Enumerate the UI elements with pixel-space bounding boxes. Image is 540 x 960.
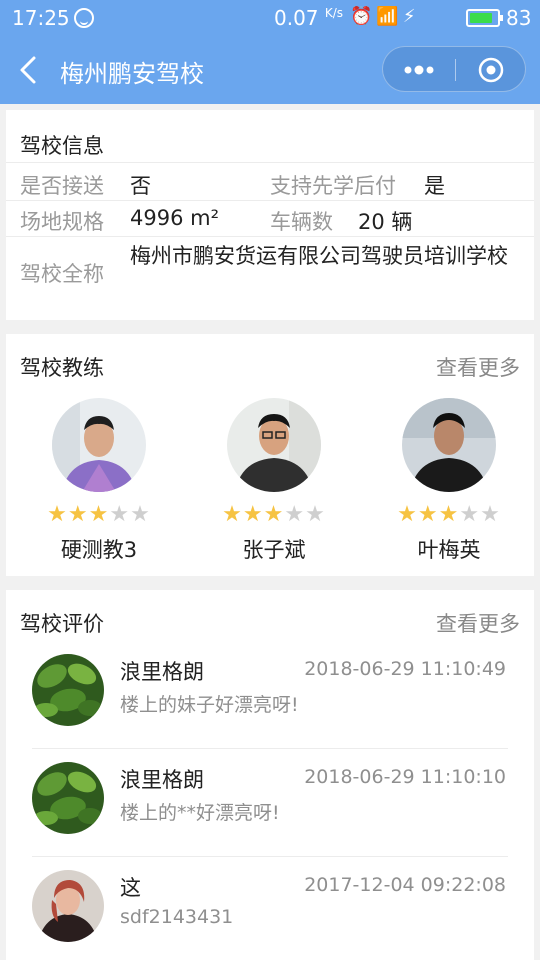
star-filled-icon: ★ xyxy=(67,502,89,527)
nav-bar: 梅州鹏安驾校 xyxy=(0,36,540,104)
divider xyxy=(32,748,508,749)
area-label: 场地规格 xyxy=(20,210,104,234)
wifi-icon: 📶 xyxy=(376,6,403,27)
star-filled-icon: ★ xyxy=(88,502,110,527)
review-text: sdf2143431 xyxy=(120,906,234,928)
back-button[interactable] xyxy=(14,50,46,90)
star-filled-icon: ★ xyxy=(222,502,243,527)
fullname-value: 梅州市鹏安货运有限公司驾驶员培训学校 xyxy=(130,244,508,268)
coach-name: 叶梅英 xyxy=(417,538,481,562)
target-close-icon xyxy=(478,57,504,83)
reviewer-avatar xyxy=(32,762,104,834)
review-text: 楼上的妹子好漂亮呀! xyxy=(120,694,299,716)
battery-percent: 83 xyxy=(506,6,532,30)
paylater-label: 支持先学后付 xyxy=(270,174,396,198)
reviews-title: 驾校评价 xyxy=(20,612,104,636)
face-icon xyxy=(74,8,94,28)
coaches-title: 驾校教练 xyxy=(20,356,104,380)
coach-avatar xyxy=(52,398,146,492)
star-empty-icon: ★ xyxy=(459,502,481,527)
miniprogram-capsule xyxy=(382,46,526,92)
status-time: 17:25 xyxy=(12,6,70,30)
network-speed: 0.07 K/s xyxy=(274,6,343,30)
coach-name: 硬测教3 xyxy=(60,538,138,562)
review-item[interactable]: 这 2017-12-04 09:22:08 sdf2143431 xyxy=(6,870,534,960)
coach-avatar xyxy=(402,398,496,492)
reviewer-name: 浪里格朗 xyxy=(120,768,204,792)
reviewer-avatar xyxy=(32,870,104,942)
speed-value: 0.07 xyxy=(274,6,319,30)
more-button[interactable] xyxy=(383,47,455,93)
star-filled-icon: ★ xyxy=(397,502,418,527)
star-empty-icon: ★ xyxy=(284,502,306,527)
reviewer-avatar xyxy=(32,654,104,726)
review-date: 2018-06-29 11:10:49 xyxy=(304,658,506,680)
coaches-more-link[interactable]: 查看更多 xyxy=(436,352,520,382)
coach-rating: ★★★★★ xyxy=(199,502,349,527)
paylater-value: 是 xyxy=(424,174,445,198)
star-empty-icon: ★ xyxy=(480,502,501,527)
alarm-icon: ⏰ xyxy=(350,6,377,27)
reviewer-name: 这 xyxy=(120,876,141,900)
reviews-more-link[interactable]: 查看更多 xyxy=(436,608,520,638)
battery-fill xyxy=(470,13,492,23)
coach-rating: ★★★★★ xyxy=(374,502,524,527)
page-title: 梅州鹏安驾校 xyxy=(60,60,204,88)
review-date: 2017-12-04 09:22:08 xyxy=(304,874,506,896)
battery-icon xyxy=(466,9,503,27)
reviews-card: 驾校评价 查看更多 浪里格朗 2018-06-29 11:10:49 楼上的妹子… xyxy=(6,590,534,960)
pickup-value: 否 xyxy=(130,174,151,198)
star-filled-icon: ★ xyxy=(438,502,460,527)
reviewer-name: 浪里格朗 xyxy=(120,660,204,684)
pickup-label: 是否接送 xyxy=(20,174,104,198)
more-dots-icon xyxy=(404,65,434,75)
charging-icon: ⚡ xyxy=(402,6,420,27)
info-title: 驾校信息 xyxy=(20,134,104,158)
coach-name: 张子斌 xyxy=(242,538,306,562)
cars-label: 车辆数 xyxy=(270,210,333,234)
star-empty-icon: ★ xyxy=(305,502,326,527)
coach-card[interactable]: ★★★★★ 叶梅英 xyxy=(374,398,524,568)
divider xyxy=(6,162,534,163)
divider xyxy=(32,856,508,857)
star-filled-icon: ★ xyxy=(47,502,68,527)
coach-avatar xyxy=(227,398,321,492)
fullname-label: 驾校全称 xyxy=(20,262,104,286)
status-icons: ⏰📶⚡ xyxy=(350,6,419,27)
chevron-left-icon xyxy=(20,56,36,84)
coaches-card: 驾校教练 查看更多 ★★★★★ 硬测教3 ★★★★★ 张子斌 ★★★★★ 叶梅英 xyxy=(6,334,534,576)
speed-unit: K/s xyxy=(324,6,344,20)
divider xyxy=(6,236,534,237)
coach-card[interactable]: ★★★★★ 硬测教3 xyxy=(24,398,174,568)
cars-value: 20 辆 xyxy=(358,210,413,234)
review-date: 2018-06-29 11:10:10 xyxy=(304,766,506,788)
review-item[interactable]: 浪里格朗 2018-06-29 11:10:10 楼上的**好漂亮呀! xyxy=(6,762,534,870)
coach-card[interactable]: ★★★★★ 张子斌 xyxy=(199,398,349,568)
area-value: 4996 m² xyxy=(130,206,219,230)
star-empty-icon: ★ xyxy=(130,502,151,527)
star-filled-icon: ★ xyxy=(242,502,264,527)
header: 17:25 0.07 K/s ⏰📶⚡ 83 梅州鹏安驾校 xyxy=(0,0,540,104)
star-filled-icon: ★ xyxy=(417,502,439,527)
divider xyxy=(6,200,534,201)
coach-rating: ★★★★★ xyxy=(24,502,174,527)
status-bar: 17:25 0.07 K/s ⏰📶⚡ 83 xyxy=(0,0,540,36)
school-info-card: 驾校信息 是否接送 否 支持先学后付 是 场地规格 4996 m² 车辆数 20… xyxy=(6,110,534,320)
star-filled-icon: ★ xyxy=(263,502,285,527)
star-empty-icon: ★ xyxy=(109,502,131,527)
close-button[interactable] xyxy=(456,47,527,93)
review-text: 楼上的**好漂亮呀! xyxy=(120,802,280,824)
review-item[interactable]: 浪里格朗 2018-06-29 11:10:49 楼上的妹子好漂亮呀! xyxy=(6,654,534,762)
